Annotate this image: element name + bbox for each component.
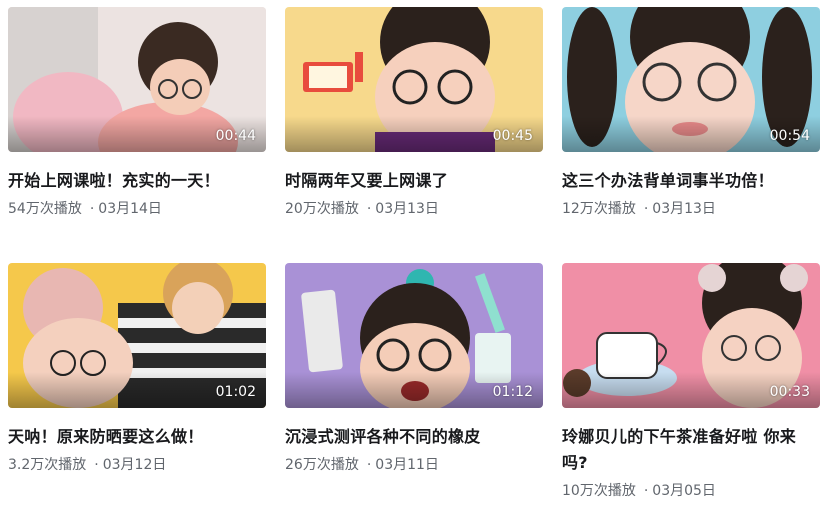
video-card[interactable]: 00:44 开始上网课啦！充实的一天！ 54万次播放 · 03月14日 xyxy=(8,7,266,218)
video-meta: 26万次播放 · 03月11日 xyxy=(285,454,543,474)
view-count: 10万次播放 xyxy=(562,483,636,499)
view-count: 20万次播放 xyxy=(285,201,359,217)
video-duration: 00:45 xyxy=(492,128,533,144)
video-thumbnail[interactable]: 01:12 xyxy=(285,263,543,408)
view-count: 54万次播放 xyxy=(8,201,82,217)
publish-date: 03月13日 xyxy=(652,201,716,217)
video-duration: 01:02 xyxy=(215,384,256,400)
video-meta: 12万次播放 · 03月13日 xyxy=(562,198,820,218)
video-thumbnail[interactable]: 00:45 xyxy=(285,7,543,152)
video-card[interactable]: 00:45 时隔两年又要上网课了 20万次播放 · 03月13日 xyxy=(285,7,543,218)
video-meta: 54万次播放 · 03月14日 xyxy=(8,198,266,218)
video-duration: 00:54 xyxy=(769,128,810,144)
separator-dot: · xyxy=(643,483,649,499)
separator-dot: · xyxy=(89,201,95,217)
video-thumbnail[interactable]: 00:33 xyxy=(562,263,820,408)
video-card[interactable]: 00:54 这三个办法背单词事半功倍！ 12万次播放 · 03月13日 xyxy=(562,7,820,218)
publish-date: 03月12日 xyxy=(102,457,167,473)
video-thumbnail[interactable]: 00:54 xyxy=(562,7,820,152)
video-title[interactable]: 这三个办法背单词事半功倍！ xyxy=(562,168,820,194)
video-duration: 01:12 xyxy=(492,384,533,400)
publish-date: 03月05日 xyxy=(652,483,716,499)
publish-date: 03月13日 xyxy=(375,201,439,217)
video-duration: 00:33 xyxy=(769,384,810,400)
video-title[interactable]: 开始上网课啦！充实的一天！ xyxy=(8,168,266,194)
video-title[interactable]: 时隔两年又要上网课了 xyxy=(285,168,543,194)
view-count: 12万次播放 xyxy=(562,201,636,217)
separator-dot: · xyxy=(366,201,372,217)
video-card[interactable]: 01:12 沉浸式测评各种不同的橡皮 26万次播放 · 03月11日 xyxy=(285,263,543,474)
video-thumbnail[interactable]: 01:02 xyxy=(8,263,266,408)
video-card[interactable]: 01:02 天呐！原来防晒要这么做！ 3.2万次播放 · 03月12日 xyxy=(8,263,266,474)
video-title[interactable]: 玲娜贝儿的下午茶准备好啦 你来吗? xyxy=(562,424,820,476)
video-title[interactable]: 沉浸式测评各种不同的橡皮 xyxy=(285,424,543,450)
separator-dot: · xyxy=(94,457,99,473)
video-meta: 20万次播放 · 03月13日 xyxy=(285,198,543,218)
publish-date: 03月14日 xyxy=(98,201,162,217)
video-duration: 00:44 xyxy=(215,128,256,144)
separator-dot: · xyxy=(643,201,649,217)
separator-dot: · xyxy=(366,457,372,473)
video-title[interactable]: 天呐！原来防晒要这么做！ xyxy=(8,424,266,450)
video-card[interactable]: 00:33 玲娜贝儿的下午茶准备好啦 你来吗? 10万次播放 · 03月05日 xyxy=(562,263,820,500)
video-thumbnail[interactable]: 00:44 xyxy=(8,7,266,152)
view-count: 3.2万次播放 xyxy=(8,457,87,473)
publish-date: 03月11日 xyxy=(375,457,439,473)
video-meta: 10万次播放 · 03月05日 xyxy=(562,480,820,500)
video-meta: 3.2万次播放 · 03月12日 xyxy=(8,454,266,474)
view-count: 26万次播放 xyxy=(285,457,359,473)
